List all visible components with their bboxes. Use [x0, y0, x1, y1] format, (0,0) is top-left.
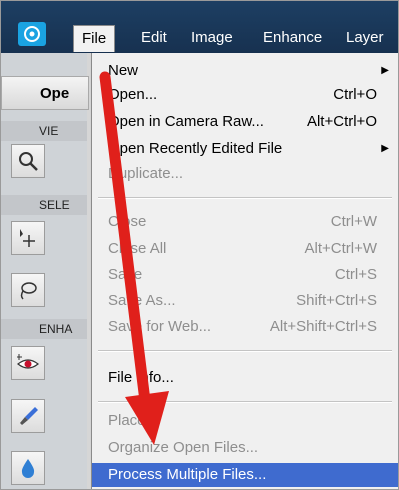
zoom-tool[interactable]: [11, 144, 45, 178]
menu-item-open-recent[interactable]: Open Recently Edited File ▶: [92, 137, 398, 161]
menu-item-label: Save for Web...: [108, 318, 212, 335]
menu-item-shortcut: Ctrl+W: [330, 213, 377, 230]
blur-tool[interactable]: [11, 451, 45, 485]
menu-layer[interactable]: Layer: [346, 27, 384, 49]
menu-item-place[interactable]: Place...: [92, 409, 398, 433]
menu-item-label: Place...: [108, 412, 159, 429]
menu-file[interactable]: File: [73, 25, 116, 52]
menu-item-shortcut: Alt+Ctrl+O: [306, 113, 377, 130]
menu-item-save[interactable]: Save Ctrl+S: [92, 263, 398, 287]
red-eye-tool[interactable]: [11, 346, 45, 380]
menu-item-duplicate[interactable]: Duplicate...: [92, 162, 398, 186]
menu-item-save-for-web[interactable]: Save for Web... Alt+Shift+Ctrl+S: [92, 315, 398, 339]
water-drop-icon: [21, 459, 35, 478]
menu-item-shortcut: Ctrl+O: [333, 86, 377, 103]
move-icon: [20, 229, 35, 247]
menu-separator: [98, 197, 392, 199]
app-logo-icon: [18, 22, 46, 46]
menu-image[interactable]: Image: [191, 27, 233, 49]
menu-item-shortcut: Shift+Ctrl+S: [296, 292, 377, 309]
menu-item-label: Save As...: [108, 292, 176, 309]
move-tool[interactable]: [11, 221, 45, 255]
menu-item-shortcut: Alt+Shift+Ctrl+S: [269, 318, 377, 335]
menu-edit[interactable]: Edit: [141, 27, 167, 49]
submenu-arrow-icon: ▶: [381, 65, 389, 76]
menu-item-organize-open-files[interactable]: Organize Open Files...: [92, 436, 398, 460]
menu-item-open[interactable]: Open... Ctrl+O: [92, 83, 398, 107]
submenu-arrow-icon: ▶: [381, 143, 389, 154]
menu-item-label: File Info...: [108, 369, 174, 386]
app-window: File Edit Image Enhance Layer Ope VIE SE…: [0, 0, 399, 490]
menu-item-file-info[interactable]: File Info...: [92, 366, 398, 390]
file-menu-dropdown: New ▶ Open... Ctrl+O Open in Camera Raw.…: [91, 53, 398, 489]
menu-item-label: Open...: [108, 86, 158, 103]
brush-tool[interactable]: [11, 399, 45, 433]
menu-item-label: Close All: [108, 240, 167, 257]
menu-item-open-camera-raw[interactable]: Open in Camera Raw... Alt+Ctrl+O: [92, 110, 398, 134]
menubar: File Edit Image Enhance Layer: [1, 1, 398, 53]
menu-separator: [98, 401, 392, 403]
menu-item-label: Save: [108, 266, 143, 283]
lasso-tool[interactable]: [11, 273, 45, 307]
magnifier-icon: [19, 152, 38, 171]
menu-item-label: Process Multiple Files...: [108, 466, 267, 483]
eye-icon: [17, 354, 39, 369]
brush-icon: [20, 407, 38, 425]
menu-enhance[interactable]: Enhance: [263, 27, 322, 49]
menu-item-close[interactable]: Close Ctrl+W: [92, 210, 398, 234]
menu-item-label: Close: [108, 213, 147, 230]
menu-item-label: Duplicate...: [108, 165, 184, 182]
lasso-icon: [20, 282, 37, 300]
menu-item-label: New: [108, 62, 139, 79]
menu-item-new[interactable]: New ▶: [92, 59, 398, 83]
open-button[interactable]: Ope: [1, 76, 89, 110]
menu-item-save-as[interactable]: Save As... Shift+Ctrl+S: [92, 289, 398, 313]
menu-item-close-all[interactable]: Close All Alt+Ctrl+W: [92, 237, 398, 261]
menu-item-shortcut: Alt+Ctrl+W: [304, 240, 377, 257]
menu-item-shortcut: Ctrl+S: [334, 266, 377, 283]
menu-item-label: Open in Camera Raw...: [108, 113, 264, 130]
menu-item-process-multiple-files[interactable]: Process Multiple Files...: [92, 463, 398, 487]
section-select-label: SELE: [1, 195, 87, 215]
section-enhance-label: ENHA: [1, 319, 87, 339]
menu-separator: [98, 350, 392, 352]
menu-item-label: Organize Open Files...: [108, 439, 259, 456]
menu-item-label: Open Recently Edited File: [108, 140, 283, 157]
section-view-label: VIE: [1, 121, 87, 141]
